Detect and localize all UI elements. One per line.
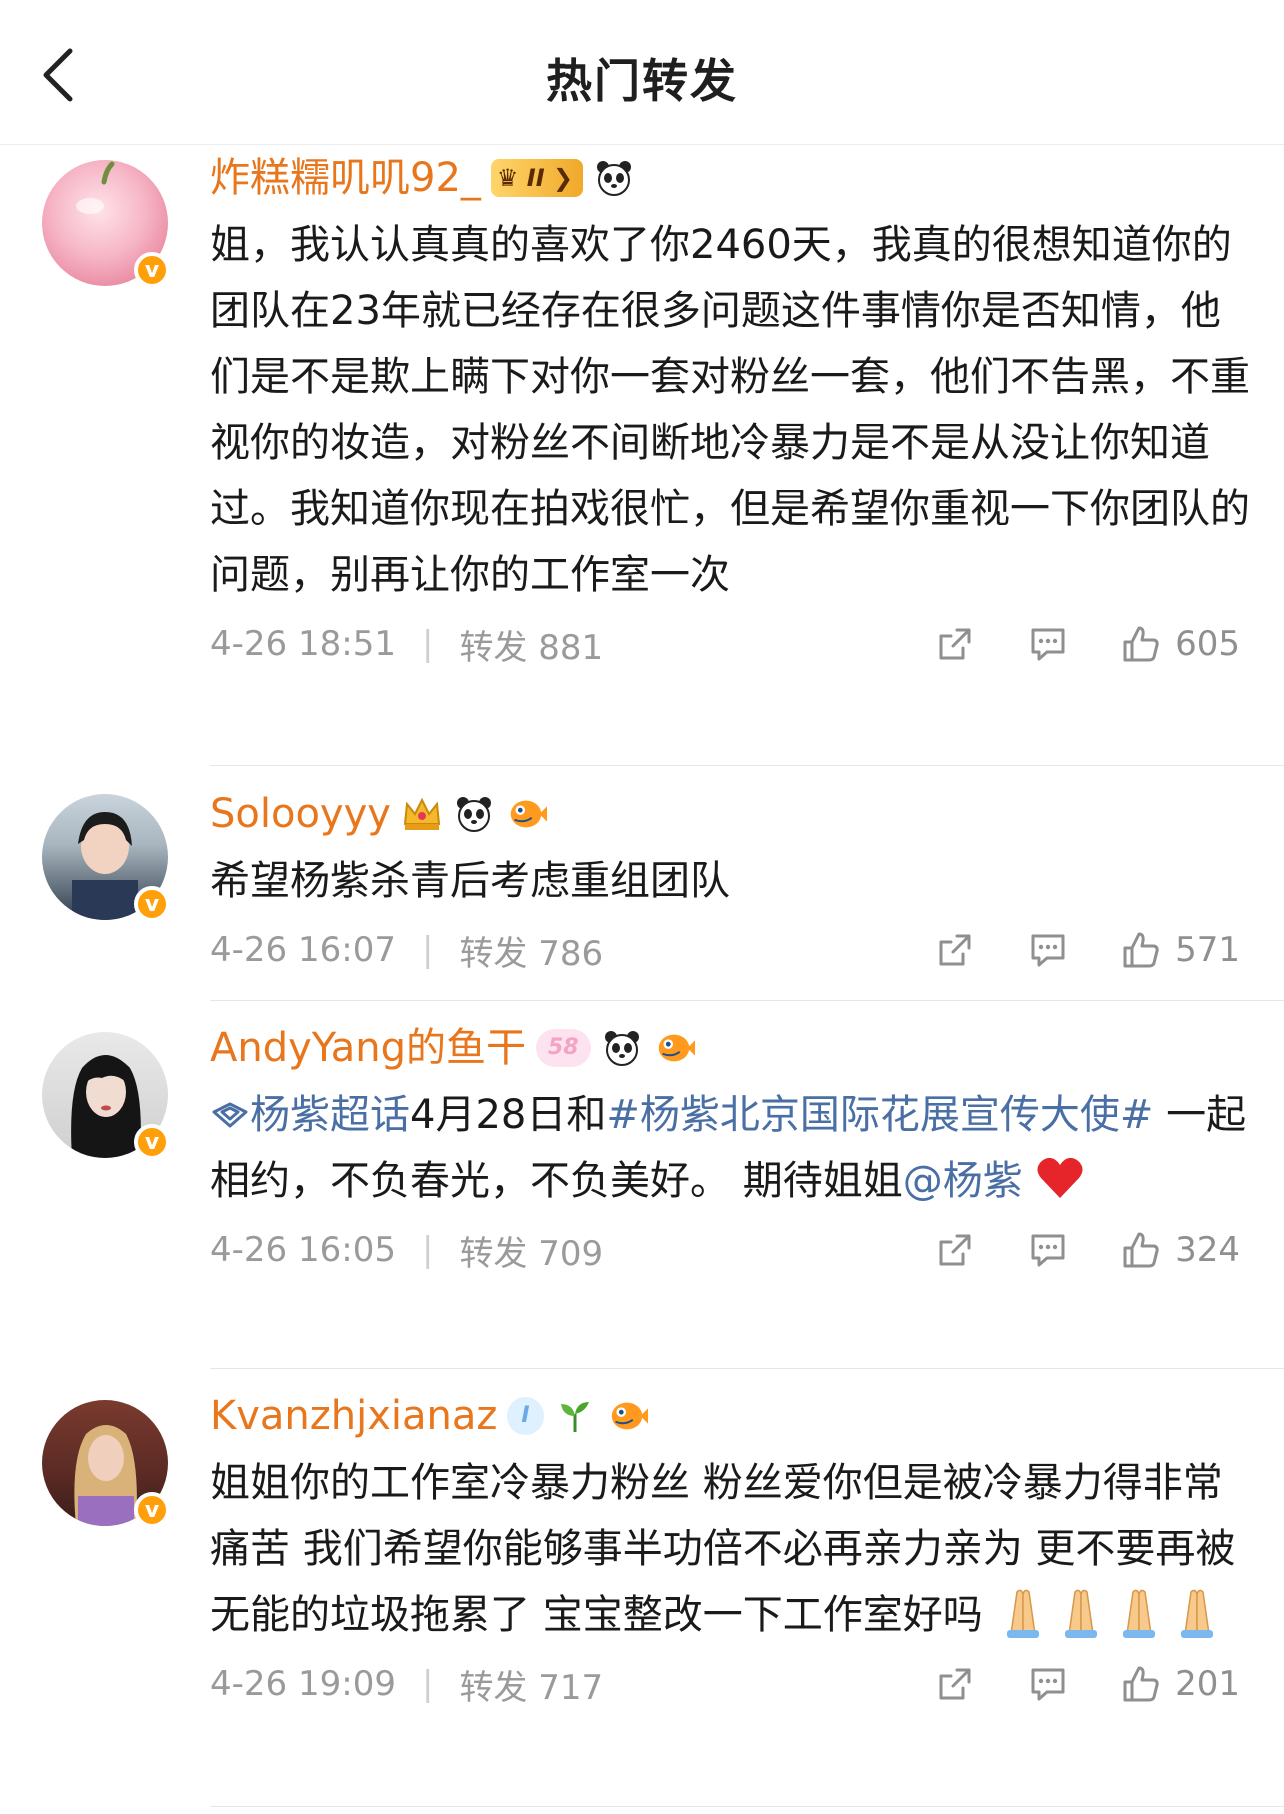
comment-button[interactable] <box>1027 1230 1069 1270</box>
meta-divider: | <box>421 1230 434 1270</box>
fish-emoji <box>606 1395 648 1437</box>
post-text: 希望杨紫杀青后考虑重组团队 <box>210 858 730 904</box>
post-meta: 4-26 18:51 | 转发 881 605 <box>210 614 1250 674</box>
hashtag-link[interactable]: #杨紫北京国际花展宣传大使# <box>606 1092 1153 1138</box>
post-actions: 605 <box>935 614 1240 674</box>
comment-icon <box>1031 1668 1065 1701</box>
username[interactable]: AndyYang的鱼干 58 <box>210 1020 1250 1076</box>
comment-icon <box>1031 1234 1065 1267</box>
share-button[interactable] <box>935 624 975 664</box>
repost-count: 转发 709 <box>459 1233 604 1274</box>
like-icon <box>1123 932 1159 968</box>
post-time: 4-26 18:51 <box>210 624 396 664</box>
panda-emoji <box>593 157 635 199</box>
post-text: 杨紫超话4月28日和#杨紫北京国际花展宣传大使# 一起相约，不负春光，不负美好。… <box>210 1082 1250 1214</box>
avatar[interactable]: v <box>42 160 170 288</box>
share-button[interactable] <box>935 1230 975 1270</box>
repost-count: 转发 881 <box>459 627 604 668</box>
post-actions: 201 <box>935 1654 1240 1714</box>
post-actions: 324 <box>935 1220 1240 1280</box>
post-meta: 4-26 16:05 | 转发 709 324 <box>210 1220 1250 1280</box>
divider <box>210 1368 1284 1369</box>
verified-badge-icon: v <box>134 252 170 288</box>
meta-divider: | <box>421 930 434 970</box>
avatar[interactable]: v <box>42 794 170 922</box>
share-button[interactable] <box>935 1664 975 1704</box>
like-button[interactable]: 571 <box>1121 930 1240 970</box>
post-text: 姐姐你的工作室冷暴力粉丝 粉丝爱你但是被冷暴力得非常痛苦 我们希望你能够事半功倍… <box>210 1450 1250 1648</box>
divider <box>210 765 1284 766</box>
member-badge-level: II <box>526 164 545 192</box>
sprout-emoji <box>554 1395 596 1437</box>
post-meta: 4-26 19:09 | 转发 717 201 <box>210 1654 1250 1714</box>
like-count: 324 <box>1175 1230 1240 1270</box>
avatar[interactable]: v <box>42 1400 170 1528</box>
panda-emoji <box>601 1027 643 1069</box>
fan-badge: I <box>507 1397 544 1435</box>
mention-link[interactable]: @杨紫 <box>903 1158 1023 1204</box>
comment-button[interactable] <box>1027 624 1069 664</box>
fish-emoji <box>653 1027 695 1069</box>
verified-badge-icon: v <box>134 1492 170 1528</box>
like-count: 571 <box>1175 930 1240 970</box>
username[interactable]: Kvanzhjxianaz I <box>210 1388 1250 1444</box>
like-icon <box>1123 626 1159 662</box>
comment-button[interactable] <box>1027 1664 1069 1704</box>
fan-badge-level: I <box>521 1403 530 1428</box>
share-icon <box>939 934 971 966</box>
fish-emoji <box>505 793 547 835</box>
like-button[interactable]: 605 <box>1121 624 1240 664</box>
share-icon <box>939 1234 971 1266</box>
page-title: 热门转发 <box>546 54 738 108</box>
post-meta: 4-26 16:07 | 转发 786 571 <box>210 920 1250 980</box>
like-count: 201 <box>1175 1664 1240 1704</box>
post-time: 4-26 19:09 <box>210 1664 396 1704</box>
like-button[interactable]: 324 <box>1121 1230 1240 1270</box>
crown-emoji <box>401 793 443 835</box>
supertopic-icon <box>212 1102 248 1128</box>
post-time: 4-26 16:05 <box>210 1230 396 1270</box>
like-button[interactable]: 201 <box>1121 1664 1240 1704</box>
divider <box>210 1806 1284 1807</box>
username-text: Solooyyy <box>210 791 391 837</box>
share-icon <box>939 1668 971 1700</box>
heart-emoji <box>1035 1148 1085 1214</box>
fan-badge: 58 <box>535 1029 591 1067</box>
post-time: 4-26 16:07 <box>210 930 396 970</box>
username-text: Kvanzhjxianaz <box>210 1393 498 1439</box>
verified-badge-icon: v <box>134 1124 170 1160</box>
comment-button[interactable] <box>1027 930 1069 970</box>
repost-count: 转发 786 <box>459 933 604 974</box>
comment-icon <box>1031 628 1065 661</box>
post-actions: 571 <box>935 920 1240 980</box>
fan-badge-level: 58 <box>547 1035 579 1060</box>
panda-emoji <box>453 793 495 835</box>
like-count: 605 <box>1175 624 1240 664</box>
post-text-part: 4月28日和 <box>410 1092 607 1138</box>
meta-divider: | <box>421 624 434 664</box>
supertopic-link[interactable]: 杨紫超话 <box>210 1092 410 1138</box>
meta-divider: | <box>421 1664 434 1704</box>
like-icon <box>1123 1666 1159 1702</box>
share-button[interactable] <box>935 930 975 970</box>
avatar[interactable]: v <box>42 1032 170 1160</box>
username[interactable]: 炸糕糯叽叽92_ ♛ II ❯ <box>210 150 1250 206</box>
username[interactable]: Solooyyy <box>210 786 1250 842</box>
verified-badge-icon: v <box>134 886 170 922</box>
repost-count: 转发 717 <box>459 1667 604 1708</box>
username-text: 炸糕糯叽叽92_ <box>210 155 481 201</box>
username-text: AndyYang的鱼干 <box>210 1025 526 1071</box>
pray-emoji <box>995 1582 1225 1648</box>
comment-icon <box>1031 934 1065 967</box>
divider <box>210 1000 1284 1001</box>
nav-bar: 热门转发 <box>0 0 1284 145</box>
like-icon <box>1123 1232 1159 1268</box>
supertopic-text: 杨紫超话 <box>250 1092 410 1138</box>
post-text: 姐，我认认真真的喜欢了你2460天，我真的很想知道你的团队在23年就已经存在很多… <box>210 222 1250 598</box>
share-icon <box>939 628 971 660</box>
member-badge: ♛ II ❯ <box>490 159 584 197</box>
